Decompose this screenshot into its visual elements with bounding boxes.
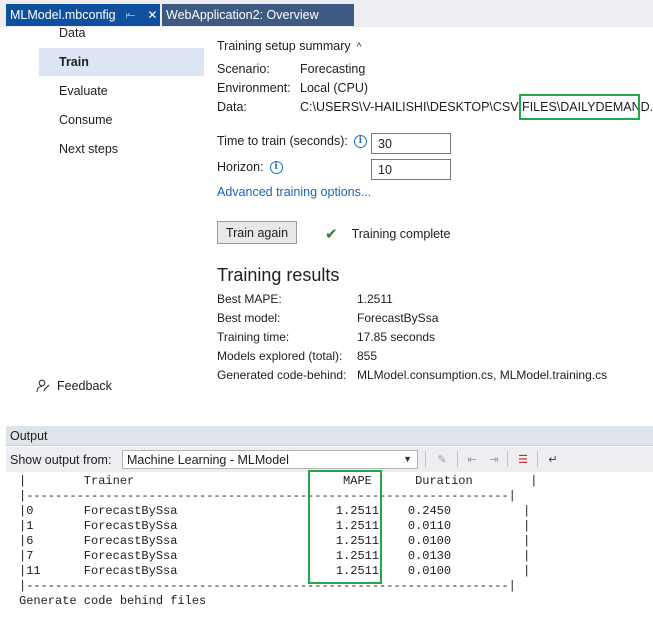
horizon-input[interactable] xyxy=(371,159,451,180)
output-line: |11 ForecastBySsa 1.2511 0.0100 | xyxy=(19,564,531,578)
output-line: |1 ForecastBySsa 1.2511 0.0110 | xyxy=(19,519,531,533)
output-text-area[interactable]: | Trainer MAPE Duration | |-------------… xyxy=(6,470,653,629)
output-line: |6 ForecastBySsa 1.2511 0.0100 | xyxy=(19,534,531,548)
toolbar-separator xyxy=(537,451,538,467)
nav-item-train[interactable]: Train xyxy=(39,48,204,76)
toolbar-separator xyxy=(457,451,458,467)
output-toolbar: Show output from: Machine Learning - MLM… xyxy=(6,447,653,472)
model-builder-panel: Data Train Evaluate Consume Next steps F… xyxy=(6,26,653,417)
nav-item-evaluate[interactable]: Evaluate xyxy=(39,77,204,105)
result-label: Generated code-behind: xyxy=(217,368,347,382)
feedback-label: Feedback xyxy=(57,379,112,393)
result-value: ForecastBySsa xyxy=(357,311,439,325)
scenario-value: Forecasting xyxy=(300,62,366,76)
info-icon[interactable]: i xyxy=(353,134,367,148)
training-status: ✔ Training complete xyxy=(325,225,450,243)
result-value: 17.85 seconds xyxy=(357,330,436,344)
checkmark-icon: ✔ xyxy=(325,226,338,243)
scenario-label: Scenario: xyxy=(217,62,270,76)
time-to-train-label: Time to train (seconds): i xyxy=(217,134,367,148)
output-line: Generate code behind files xyxy=(19,594,207,608)
nav-item-next-steps[interactable]: Next steps xyxy=(39,135,204,163)
time-to-train-input[interactable] xyxy=(371,133,451,154)
training-summary-toggle[interactable]: Training setup summary ^ xyxy=(217,39,361,53)
result-label: Training time: xyxy=(217,330,290,344)
environment-value: Local (CPU) xyxy=(300,81,369,95)
summary-heading: Training setup summary xyxy=(217,39,351,53)
advanced-training-options-link[interactable]: Advanced training options... xyxy=(217,185,371,199)
output-line: |---------------------------------------… xyxy=(19,489,516,503)
next-message-icon[interactable]: ⇥ xyxy=(486,452,502,466)
find-message-icon[interactable]: ✎ xyxy=(434,452,450,466)
show-output-from-label: Show output from: xyxy=(10,452,112,467)
environment-label: Environment: xyxy=(217,81,291,95)
previous-message-icon[interactable]: ⇤ xyxy=(464,452,480,466)
output-panel-title: Output xyxy=(6,426,653,446)
caret-up-icon: ^ xyxy=(356,42,362,53)
result-value: MLModel.consumption.cs, MLModel.training… xyxy=(357,368,608,382)
result-label: Models explored (total): xyxy=(217,349,343,363)
result-value: 1.2511 xyxy=(357,292,393,306)
output-line: |0 ForecastBySsa 1.2511 0.2450 | xyxy=(19,504,531,518)
toolbar-separator xyxy=(425,451,426,467)
horizon-label: Horizon: i xyxy=(217,160,283,174)
output-line: |7 ForecastBySsa 1.2511 0.0130 | xyxy=(19,549,531,563)
result-label: Best model: xyxy=(217,311,281,325)
feedback-link[interactable]: Feedback xyxy=(36,379,112,393)
toolbar-separator xyxy=(507,451,508,467)
data-file-highlight xyxy=(519,94,640,120)
word-wrap-icon[interactable]: ↵ xyxy=(545,452,561,466)
training-results-heading: Training results xyxy=(217,265,340,285)
time-to-train-text: Time to train (seconds): xyxy=(217,134,348,148)
info-icon[interactable]: i xyxy=(269,160,283,174)
output-source-value: Machine Learning - MLModel xyxy=(127,452,289,467)
mape-column-highlight xyxy=(308,470,382,584)
output-source-dropdown[interactable]: Machine Learning - MLModel ▼ xyxy=(122,450,418,469)
clear-all-icon[interactable]: ☰ xyxy=(515,452,531,466)
output-line: |---------------------------------------… xyxy=(19,579,516,593)
result-label: Best MAPE: xyxy=(217,292,282,306)
feedback-icon xyxy=(36,379,50,393)
chevron-down-icon: ▼ xyxy=(403,454,412,464)
train-again-button[interactable]: Train again xyxy=(217,221,297,244)
data-label: Data: xyxy=(217,100,247,114)
training-status-text: Training complete xyxy=(351,227,451,241)
result-value: 855 xyxy=(357,349,378,363)
output-line: | Trainer MAPE Duration | xyxy=(19,474,538,488)
nav-item-consume[interactable]: Consume xyxy=(39,106,204,134)
nav-item-data[interactable]: Data xyxy=(39,19,204,47)
horizon-text: Horizon: xyxy=(217,160,264,174)
